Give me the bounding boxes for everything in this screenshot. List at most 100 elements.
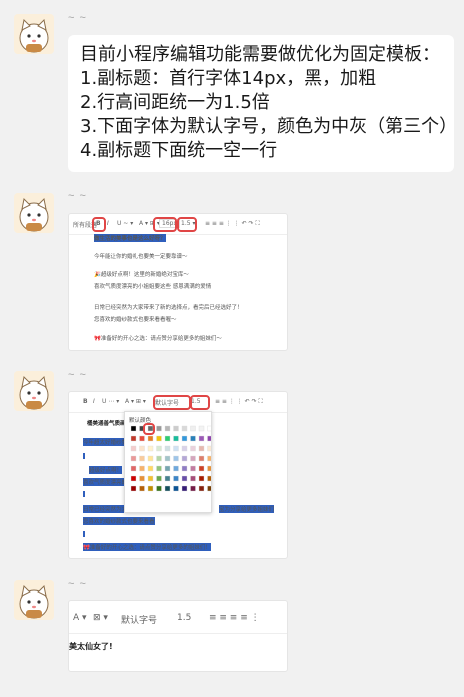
body-line: 宝为分享给更多姐妹们 <box>219 505 275 513</box>
color-swatch[interactable] <box>173 435 179 442</box>
highlight-marker <box>153 217 177 232</box>
color-swatch[interactable] <box>181 445 188 452</box>
color-swatch[interactable] <box>190 465 196 472</box>
color-swatch[interactable] <box>147 485 154 492</box>
color-swatch[interactable] <box>164 485 171 492</box>
color-palette-grid[interactable] <box>125 424 211 514</box>
align-icons: ≡ ≡ ≡ ≡ ⋮ <box>209 613 260 623</box>
color-swatch[interactable] <box>190 445 196 452</box>
color-swatch[interactable] <box>139 465 145 472</box>
underline-icon: U ⋯ ▾ <box>102 398 120 405</box>
color-swatch[interactable] <box>207 445 212 452</box>
color-swatch[interactable] <box>198 435 205 442</box>
highlight-marker <box>190 395 210 410</box>
color-swatch[interactable] <box>207 435 212 442</box>
color-swatch[interactable] <box>156 455 162 462</box>
color-swatch[interactable] <box>164 465 171 472</box>
color-swatch[interactable] <box>156 475 162 482</box>
color-swatch[interactable] <box>207 455 212 462</box>
message-text: 目前小程序编辑功能需要做优化为固定模板： 1.副标题：首行字体14px，黑，加粗… <box>80 44 458 161</box>
color-swatch[interactable] <box>190 475 196 482</box>
color-swatch[interactable] <box>156 425 162 432</box>
color-swatch[interactable] <box>130 465 137 472</box>
font-color-icon: A ▾ ⊞ ▾ <box>125 398 146 405</box>
color-swatch[interactable] <box>207 475 212 482</box>
screenshot-image[interactable]: A ▾ ⊠ ▾ 默认字号 1.5 ≡ ≡ ≡ ≡ ⋮ 美太仙女了! <box>68 600 288 672</box>
color-swatch[interactable] <box>130 475 137 482</box>
color-swatch[interactable] <box>147 445 154 452</box>
color-swatch[interactable] <box>147 455 154 462</box>
color-swatch[interactable] <box>173 455 179 462</box>
color-swatch[interactable] <box>173 485 179 492</box>
color-swatch[interactable] <box>181 455 188 462</box>
color-swatch[interactable] <box>190 485 196 492</box>
cat-avatar-icon <box>14 14 54 54</box>
color-swatch[interactable] <box>139 455 145 462</box>
background-color-icon: ⊠ ▾ <box>93 613 108 623</box>
color-swatch[interactable] <box>198 485 205 492</box>
color-picker-popup: 默认颜色 <box>124 411 212 513</box>
color-swatch[interactable] <box>207 425 212 432</box>
color-swatch[interactable] <box>164 475 171 482</box>
color-swatch[interactable] <box>190 435 196 442</box>
color-swatch[interactable] <box>164 455 171 462</box>
avatar[interactable] <box>14 371 54 411</box>
sender-name: ~ ~ <box>68 12 87 24</box>
color-swatch[interactable] <box>156 435 162 442</box>
body-line <box>83 453 85 459</box>
color-swatch[interactable] <box>198 465 205 472</box>
align-icons: ≡ ≡ ≡ ⋮ ⋮ ↶ ↷ ⛶ <box>205 220 260 227</box>
color-swatch[interactable] <box>156 485 162 492</box>
color-swatch[interactable] <box>173 445 179 452</box>
color-swatch[interactable] <box>198 455 205 462</box>
color-swatch[interactable] <box>173 465 179 472</box>
color-swatch[interactable] <box>130 435 137 442</box>
color-swatch[interactable] <box>156 445 162 452</box>
color-swatch[interactable] <box>147 465 154 472</box>
color-swatch[interactable] <box>198 475 205 482</box>
color-swatch[interactable] <box>190 455 196 462</box>
body-line: 🎉超级好点啊！这里的新婚绝对宝库～ <box>94 272 189 278</box>
avatar[interactable] <box>14 580 54 620</box>
color-swatch[interactable] <box>156 465 162 472</box>
color-swatch[interactable] <box>181 475 188 482</box>
color-swatch[interactable] <box>207 465 212 472</box>
color-swatch[interactable] <box>181 465 188 472</box>
color-swatch[interactable] <box>130 455 137 462</box>
font-color-icon: A ▾ <box>73 613 87 623</box>
color-swatch[interactable] <box>173 425 179 432</box>
body-line: 🎀准备好的开心之选：请点赞分享给更多的姐妹们！ <box>83 543 211 551</box>
highlight-marker <box>143 423 155 435</box>
color-swatch[interactable] <box>139 485 145 492</box>
color-swatch[interactable] <box>130 445 137 452</box>
color-swatch[interactable] <box>190 425 196 432</box>
color-swatch[interactable] <box>181 425 188 432</box>
color-swatch[interactable] <box>198 445 205 452</box>
color-swatch[interactable] <box>164 435 171 442</box>
color-swatch[interactable] <box>173 475 179 482</box>
color-swatch[interactable] <box>147 435 154 442</box>
color-swatch[interactable] <box>147 475 154 482</box>
color-swatch[interactable] <box>130 485 137 492</box>
color-swatch[interactable] <box>207 485 212 492</box>
color-swatch[interactable] <box>181 485 188 492</box>
body-line: 🎀准备好的开心之选：请点赞分享给更多的姐妹们～ <box>94 336 222 342</box>
color-swatch[interactable] <box>164 425 171 432</box>
color-swatch[interactable] <box>139 445 145 452</box>
avatar[interactable] <box>14 14 54 54</box>
italic-icon: I <box>107 220 109 227</box>
color-swatch[interactable] <box>139 475 145 482</box>
screenshot-image[interactable]: B I U ⋯ ▾ A ▾ ⊞ ▾ 默认字号 1.5 ≡ ≡ ⋮ ⋮ ↶ ↷ ⛶… <box>68 391 288 559</box>
message-bubble[interactable]: 目前小程序编辑功能需要做优化为固定模板： 1.副标题：首行字体14px，黑，加粗… <box>68 35 458 172</box>
color-swatch[interactable] <box>139 435 145 442</box>
body-line <box>83 491 85 497</box>
color-swatch[interactable] <box>130 425 137 432</box>
italic-icon: I <box>93 398 95 405</box>
body-line: 您喜欢的婚纱款式也要来看看 <box>83 517 155 525</box>
highlight-marker <box>153 395 191 410</box>
color-swatch[interactable] <box>164 445 171 452</box>
color-swatch[interactable] <box>198 425 205 432</box>
avatar[interactable] <box>14 193 54 233</box>
color-swatch[interactable] <box>181 435 188 442</box>
screenshot-image[interactable]: 所有段落 B I U ~ ▾ A ▾ ⊞ ▾ 16px 1.5 ▾ ≡ ≡ ≡ … <box>68 213 288 351</box>
